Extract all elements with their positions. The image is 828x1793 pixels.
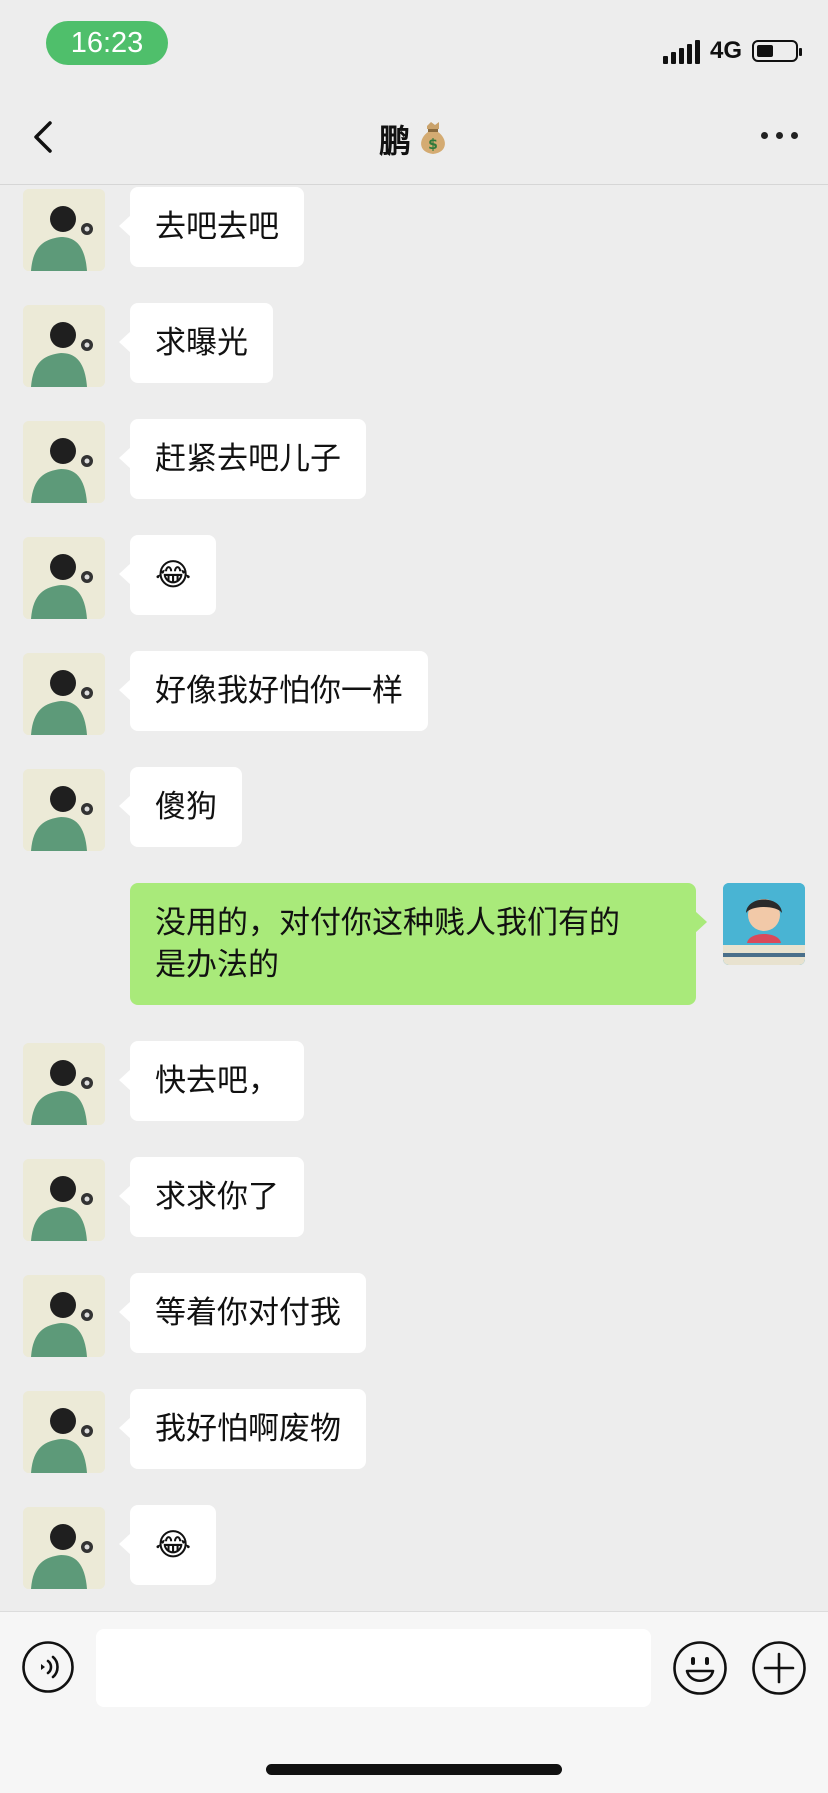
contact-name: 鹏 <box>378 122 411 160</box>
chat-title: 鹏 $ <box>0 116 828 162</box>
money-bag-icon: $ <box>421 122 445 154</box>
message-bubble[interactable]: 快去吧， <box>119 1041 304 1121</box>
status-time: 16:23 <box>46 21 168 65</box>
network-type: 4G <box>709 37 742 64</box>
more-icon[interactable] <box>761 132 798 139</box>
contact-avatar[interactable] <box>23 653 105 735</box>
voice-icon[interactable] <box>21 1640 75 1694</box>
message-list[interactable]: 去吧去吧 求曝光 赶紧去吧儿子 😂 好像我好怕你一样 傻狗 没用的，对付你这种贱… <box>0 185 828 1610</box>
battery-icon <box>752 40 802 62</box>
message-bubble[interactable]: 等着你对付我 <box>119 1273 366 1353</box>
contact-avatar[interactable] <box>23 1159 105 1241</box>
contact-avatar[interactable] <box>23 305 105 387</box>
contact-avatar[interactable] <box>23 189 105 271</box>
contact-avatar[interactable] <box>23 1507 105 1589</box>
message-bubble[interactable]: 我好怕啊废物 <box>119 1389 366 1469</box>
tears-of-joy-emoji: 😂 <box>155 1527 192 1563</box>
message-bubble[interactable]: 求曝光 <box>119 303 273 383</box>
message-bubble[interactable]: 傻狗 <box>119 767 242 847</box>
my-avatar[interactable] <box>723 883 805 965</box>
status-indicators: 4G <box>662 34 802 68</box>
plus-circle-icon[interactable] <box>751 1640 807 1696</box>
message-bubble[interactable]: 没用的，对付你这种贱人我们有的 是办法的 <box>130 883 707 1005</box>
contact-avatar[interactable] <box>23 769 105 851</box>
tears-of-joy-emoji: 😂 <box>155 557 192 593</box>
contact-avatar[interactable] <box>23 1043 105 1125</box>
message-bubble[interactable]: 好像我好怕你一样 <box>119 651 428 731</box>
smiley-icon[interactable] <box>672 1640 728 1696</box>
contact-avatar[interactable] <box>23 1391 105 1473</box>
message-text-line: 没用的，对付你这种贱人我们有的 <box>155 905 620 941</box>
message-bubble[interactable]: 😂 <box>118 1505 217 1585</box>
signal-icon <box>662 38 700 64</box>
contact-avatar[interactable] <box>23 421 105 503</box>
contact-avatar[interactable] <box>23 537 105 619</box>
chat-header: 鹏 $ <box>0 90 828 185</box>
svg-text:$: $ <box>428 137 438 153</box>
home-indicator <box>266 1764 562 1775</box>
message-input[interactable] <box>96 1629 651 1707</box>
message-bubble[interactable]: 赶紧去吧儿子 <box>119 419 366 499</box>
message-bubble[interactable]: 求求你了 <box>119 1157 304 1237</box>
message-bubble[interactable]: 😂 <box>118 535 217 615</box>
contact-avatar[interactable] <box>23 1275 105 1357</box>
message-bubble[interactable]: 去吧去吧 <box>119 187 304 267</box>
message-text-line: 是办法的 <box>155 947 279 983</box>
